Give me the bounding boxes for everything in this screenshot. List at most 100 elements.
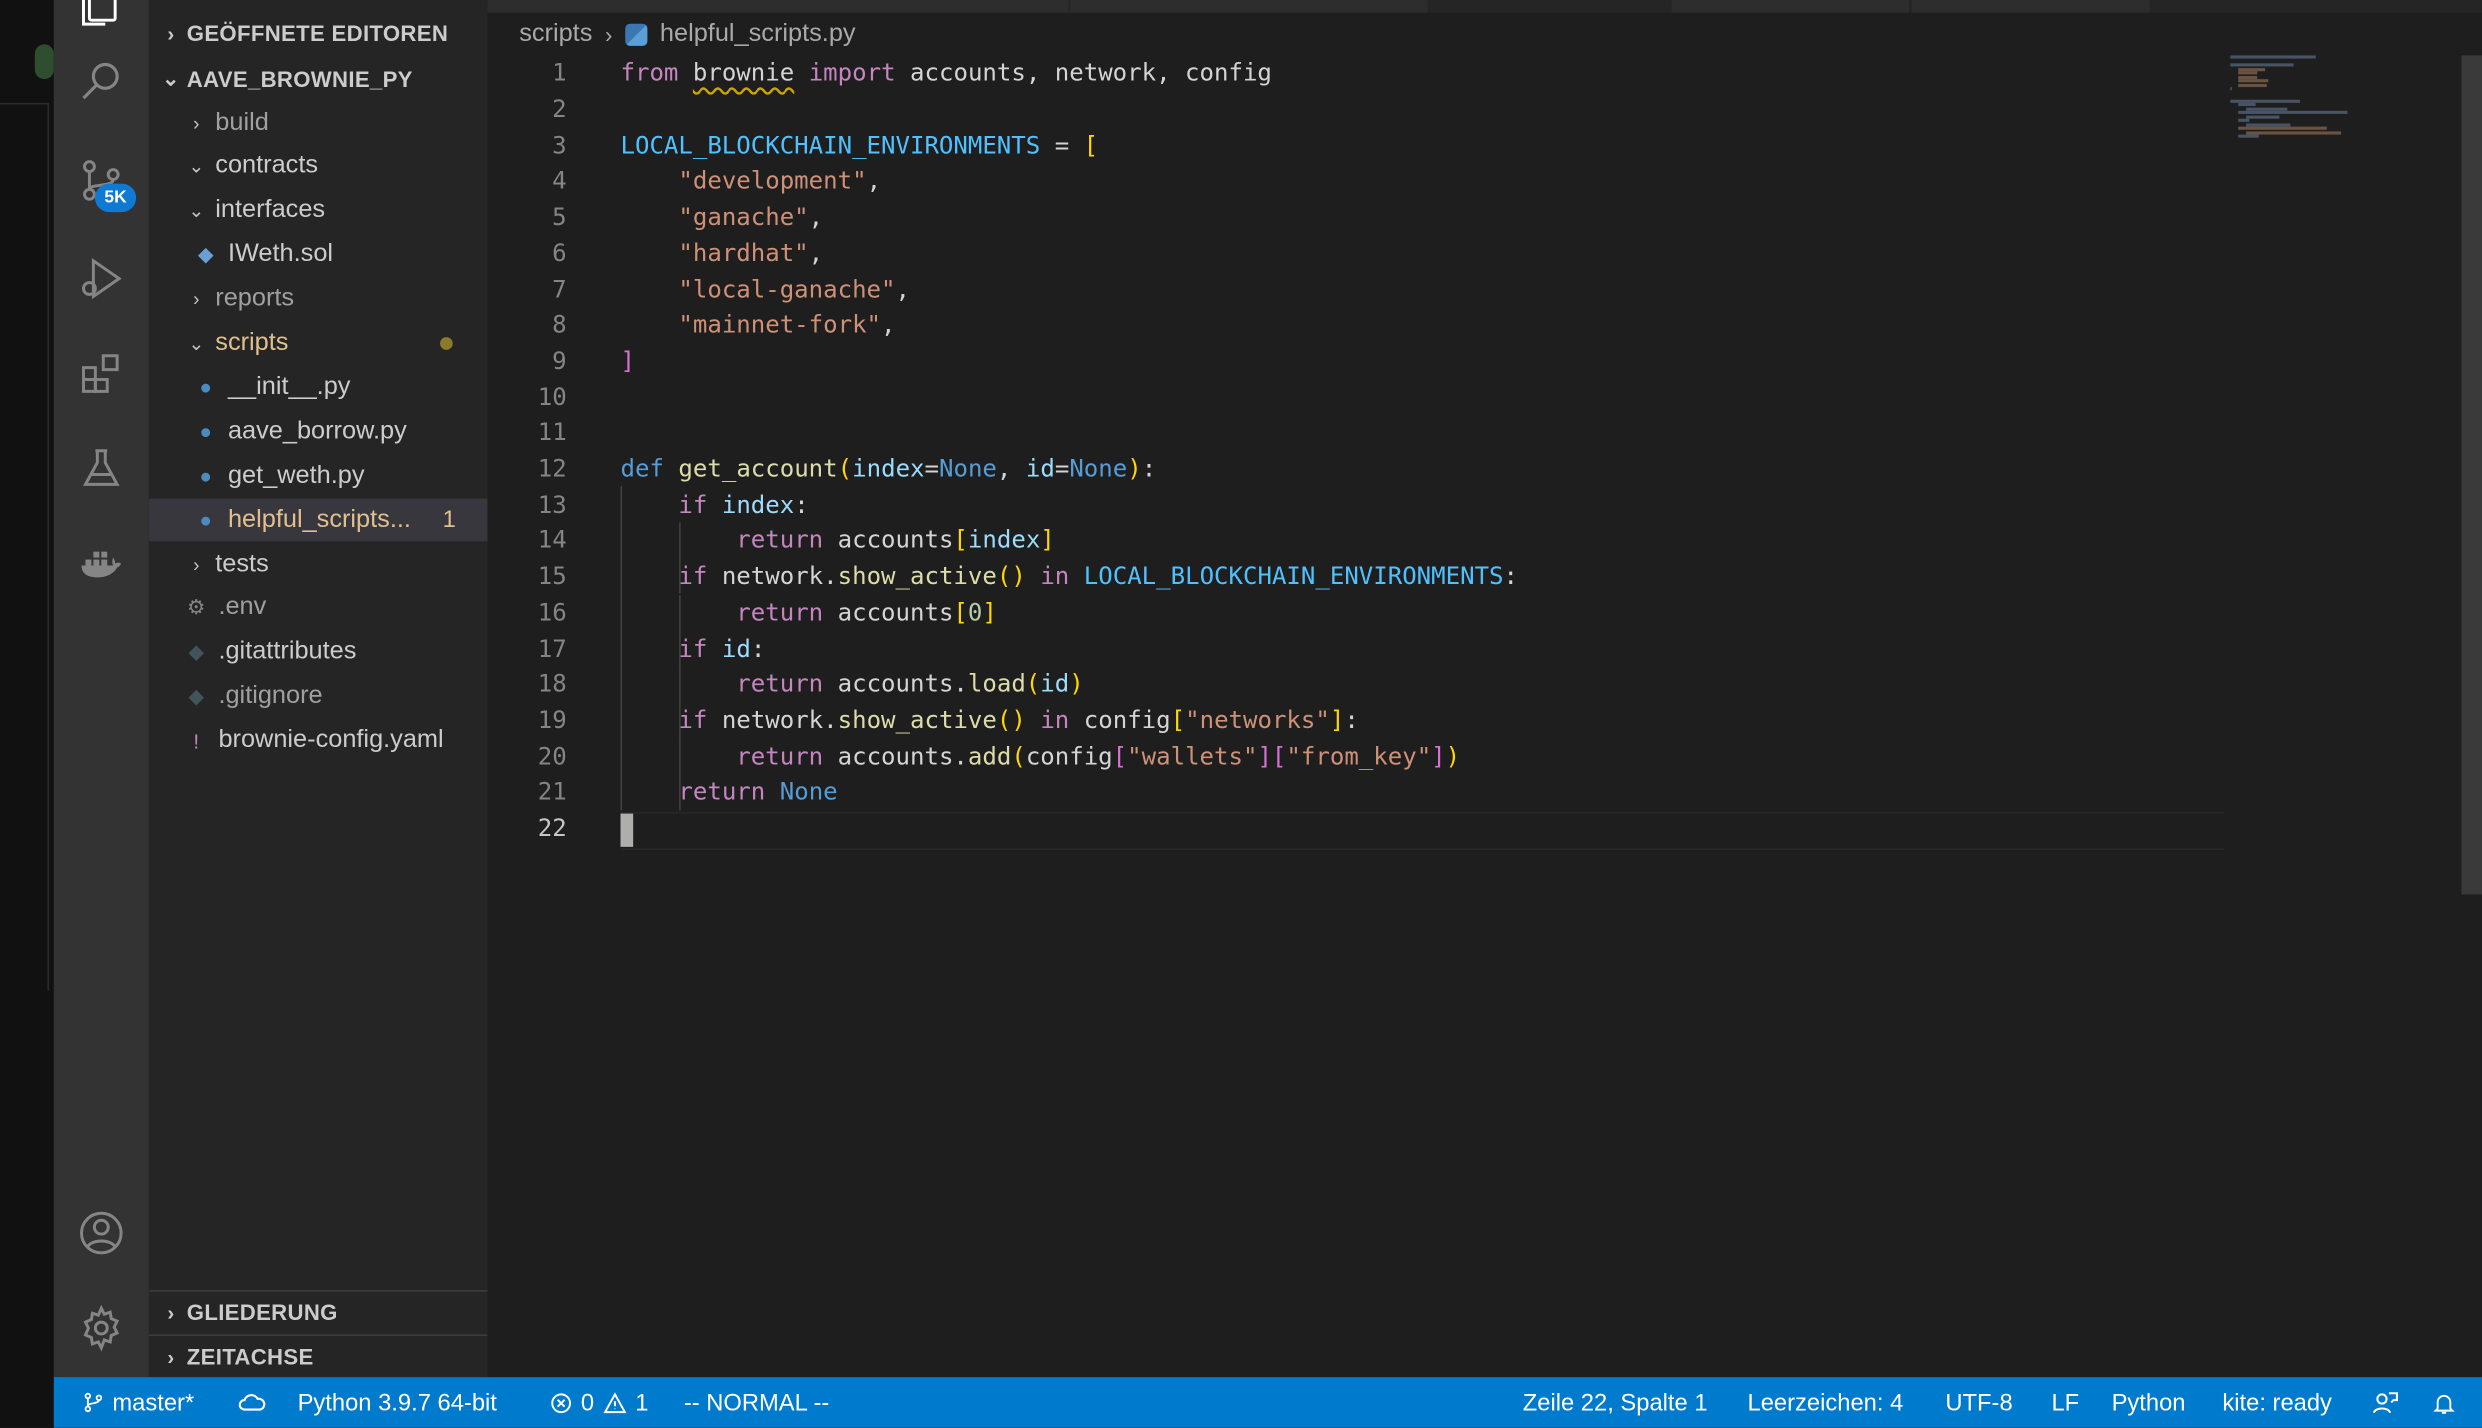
error-icon xyxy=(551,1392,572,1413)
kite-status[interactable]: kite: ready xyxy=(2222,1377,2332,1428)
end-of-line[interactable]: LF xyxy=(2051,1377,2079,1428)
code-line: 2 xyxy=(488,91,2229,127)
minimap-line xyxy=(2230,87,2233,91)
line-number: 12 xyxy=(537,454,567,483)
search-icon[interactable] xyxy=(54,44,149,120)
run-debug-icon[interactable] xyxy=(54,241,149,317)
tree-item-label: IWeth.sol xyxy=(227,240,334,268)
cursor-position-label: Zeile 22, Spalte 1 xyxy=(1522,1388,1708,1416)
cursor-position[interactable]: Zeile 22, Spalte 1 xyxy=(1523,1377,1708,1428)
scrollbar-thumb[interactable] xyxy=(2461,55,2482,895)
chevron-right-icon: › xyxy=(167,1344,175,1369)
tab[interactable] xyxy=(1671,0,1909,13)
tree-item[interactable]: ● get_weth.py xyxy=(149,455,488,498)
code-line: 20 return accounts.add(config["wallets"]… xyxy=(488,738,2229,774)
problems-status[interactable]: 0 1 xyxy=(549,1377,648,1428)
tree-item[interactable]: › build xyxy=(149,101,488,144)
code-text: return accounts.load(id) xyxy=(736,669,1084,699)
code-text: "ganache", xyxy=(678,202,824,232)
tree-item[interactable]: ◆ IWeth.sol xyxy=(149,234,488,277)
tab[interactable] xyxy=(487,0,1069,13)
outline-header[interactable]: › GLIEDERUNG xyxy=(149,1293,488,1331)
tab[interactable] xyxy=(1070,0,1428,13)
chevron-right-icon: › xyxy=(167,21,175,46)
text-cursor xyxy=(620,813,634,847)
tree-item[interactable]: ● __init__.py xyxy=(149,366,488,409)
line-number: 22 xyxy=(537,813,567,843)
settings-gear-icon[interactable] xyxy=(54,1290,149,1366)
line-number: 7 xyxy=(552,274,567,304)
minimap-line xyxy=(2230,55,2316,59)
minimap-line xyxy=(2245,130,2341,134)
code-line: 21 return None xyxy=(488,774,2229,810)
tree-item-label: interfaces xyxy=(215,196,326,224)
minimap-line xyxy=(2230,63,2293,67)
tree-item[interactable]: ● aave_borrow.py xyxy=(149,410,488,453)
bell-icon xyxy=(2433,1394,2455,1413)
extensions-icon[interactable] xyxy=(54,336,149,412)
minimap-line xyxy=(2245,122,2292,126)
minimap-line xyxy=(2237,110,2349,114)
vertical-scrollbar[interactable] xyxy=(2461,55,2482,895)
vim-mode: -- NORMAL -- xyxy=(684,1377,830,1428)
line-number: 17 xyxy=(537,634,567,663)
problem-count: 1 xyxy=(442,506,456,534)
modified-dot xyxy=(440,337,453,350)
tree-item-label: get_weth.py xyxy=(227,461,365,489)
project-label: AAVE_BROWNIE_PY xyxy=(186,66,413,92)
project-header[interactable]: ⌄ AAVE_BROWNIE_PY xyxy=(149,60,488,98)
open-editors-header[interactable]: › GEÖFFNETE EDITOREN xyxy=(149,14,488,52)
docker-icon[interactable] xyxy=(54,526,149,602)
indent-guide xyxy=(678,522,681,595)
code-text: LOCAL_BLOCKCHAIN_ENVIRONMENTS = [ xyxy=(620,130,1099,160)
tab[interactable] xyxy=(1912,0,2150,13)
solidity-file-icon: ◆ xyxy=(197,242,214,267)
eol-label: LF xyxy=(2051,1388,2080,1416)
tree-item[interactable]: ◆ .gitignore xyxy=(149,675,488,718)
notifications-button[interactable] xyxy=(2431,1377,2464,1428)
tree-item-label: tests xyxy=(215,550,269,577)
chevron-right-icon: › xyxy=(193,288,200,311)
indent-guide xyxy=(678,666,681,739)
tree-item[interactable]: › tests xyxy=(149,543,488,586)
code-text: "local-ganache", xyxy=(678,274,910,304)
indentation[interactable]: Leerzeichen: 4 xyxy=(1748,1377,1904,1428)
tree-item[interactable]: ⌄ scripts xyxy=(149,322,488,365)
tree-item[interactable]: ● helpful_scripts... 1 xyxy=(148,498,488,542)
code-text: def get_account(index=None, id=None): xyxy=(620,454,1157,483)
sync-status[interactable] xyxy=(237,1377,273,1428)
code-text: return None xyxy=(678,777,838,807)
git-file-icon: ◆ xyxy=(188,684,205,708)
tree-item[interactable]: ! brownie-config.yaml xyxy=(149,720,488,763)
accounts-icon[interactable] xyxy=(54,1195,149,1271)
tree-item[interactable]: ⌄ contracts xyxy=(149,145,488,188)
code-line: 16 return accounts[0] xyxy=(488,594,2229,630)
status-bar: master* Python 3.9.7 64-bit 0 1 -- NORMA… xyxy=(53,1377,2482,1428)
line-number: 1 xyxy=(552,59,567,88)
testing-icon[interactable] xyxy=(54,431,149,507)
explorer-icon[interactable] xyxy=(54,0,149,44)
code-line: 13 if index: xyxy=(488,487,2229,523)
encoding[interactable]: UTF-8 xyxy=(1945,1377,2012,1428)
tree-item[interactable]: ◆ .gitattributes xyxy=(149,631,488,674)
chevron-right-icon: › xyxy=(193,553,200,576)
minimap-line xyxy=(2245,106,2288,111)
feedback-button[interactable] xyxy=(2371,1377,2407,1428)
tree-item-label: contracts xyxy=(215,152,319,180)
tree-item[interactable]: ⚙ .env xyxy=(149,587,488,630)
branch-status[interactable]: master* xyxy=(82,1377,194,1428)
line-number: 3 xyxy=(552,130,567,160)
indent-guide xyxy=(678,594,681,667)
minimap[interactable] xyxy=(2230,55,2460,142)
python-interpreter[interactable]: Python 3.9.7 64-bit xyxy=(298,1377,497,1428)
timeline-header[interactable]: › ZEITACHSE xyxy=(149,1338,488,1376)
encoding-label: UTF-8 xyxy=(1945,1388,2013,1416)
language-mode[interactable]: Python xyxy=(2112,1377,2186,1428)
tree-item[interactable]: ⌄ interfaces xyxy=(149,190,488,233)
minimap-line xyxy=(2245,114,2280,118)
breadcrumb-folder[interactable]: scripts xyxy=(519,21,592,49)
tree-item-label: .gitignore xyxy=(218,682,323,710)
tree-item[interactable]: › reports xyxy=(149,278,488,321)
breadcrumb-file[interactable]: helpful_scripts.py xyxy=(660,21,856,49)
line-number: 14 xyxy=(537,526,567,555)
